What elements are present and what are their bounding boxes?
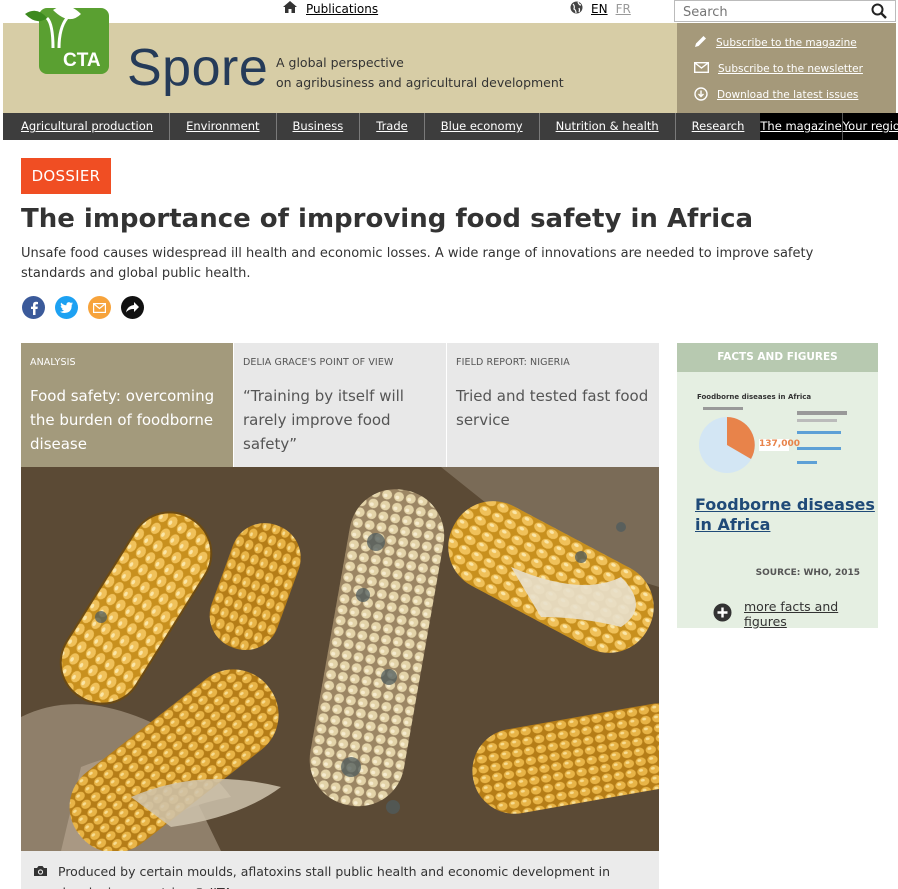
cta-logo[interactable]: CTA xyxy=(23,4,111,76)
lang-en-link[interactable]: EN xyxy=(591,2,608,16)
site-brand[interactable]: Spore xyxy=(127,38,268,98)
share-arrow-icon[interactable] xyxy=(121,296,144,319)
globe-icon xyxy=(570,1,583,17)
more-facts-label[interactable]: more facts and figures xyxy=(744,599,878,629)
subscribe-magazine-link[interactable]: Subscribe to the magazine xyxy=(694,35,896,51)
facts-source: SOURCE: WHO, 2015 xyxy=(755,568,860,578)
article-photo xyxy=(21,467,659,851)
tagline-line-1: A global perspective xyxy=(276,55,404,70)
facebook-icon[interactable] xyxy=(22,296,45,319)
nav-nutrition-health[interactable]: Nutrition & health xyxy=(540,113,676,140)
search-icon[interactable] xyxy=(871,3,887,23)
more-facts-link[interactable]: more facts and figures xyxy=(713,599,878,629)
header-links: Subscribe to the magazine Subscribe to t… xyxy=(677,23,896,113)
tab-headline[interactable]: Tried and tested fast food service xyxy=(456,384,650,432)
dossier-badge: DOSSIER xyxy=(21,158,111,194)
download-issues-label[interactable]: Download the latest issues xyxy=(717,89,858,101)
dossier-tabs: Analysis Food safety: overcoming the bur… xyxy=(21,343,659,478)
tab-point-of-view[interactable]: Delia Grace's point of view “Training by… xyxy=(234,343,447,467)
search-input[interactable] xyxy=(675,2,855,23)
publications-link[interactable]: Publications xyxy=(283,1,378,16)
site-header: CTA Spore A global perspective on agribu… xyxy=(3,5,896,113)
language-switcher: EN FR xyxy=(570,1,631,17)
nav-trade[interactable]: Trade xyxy=(360,113,425,140)
nav-research[interactable]: Research xyxy=(676,113,761,140)
camera-icon xyxy=(33,861,48,889)
download-icon xyxy=(694,86,708,104)
share-buttons xyxy=(22,296,144,319)
infographic-title: Foodborne diseases in Africa xyxy=(697,393,812,401)
nav-the-magazine[interactable]: The magazine xyxy=(760,113,843,140)
tab-kicker: Analysis xyxy=(30,357,76,368)
nav-business[interactable]: Business xyxy=(277,113,361,140)
photo-caption: Produced by certain moulds, aflatoxins s… xyxy=(21,851,659,889)
main-nav: Agricultural production Environment Busi… xyxy=(3,113,898,140)
tab-field-report[interactable]: Field report: Nigeria Tried and tested f… xyxy=(447,343,659,467)
article-title: The importance of improving food safety … xyxy=(21,204,754,234)
tab-kicker: Field report: Nigeria xyxy=(456,357,570,368)
tab-kicker: Delia Grace's point of view xyxy=(243,357,394,368)
lang-fr-link[interactable]: FR xyxy=(616,2,631,16)
infographic-figure: 137,000 xyxy=(759,439,800,449)
facts-header: FACTS AND FIGURES xyxy=(677,343,878,372)
nav-your-region[interactable]: Your region xyxy=(842,113,898,140)
home-icon xyxy=(283,1,297,16)
nav-environment[interactable]: Environment xyxy=(170,113,277,140)
tagline-line-2: on agribusiness and agricultural develop… xyxy=(276,75,564,90)
tab-headline[interactable]: Food safety: overcoming the burden of fo… xyxy=(30,384,224,456)
envelope-icon xyxy=(693,61,710,76)
plus-circle-icon xyxy=(713,603,732,625)
nav-blue-economy[interactable]: Blue economy xyxy=(425,113,540,140)
pencil-icon xyxy=(694,35,707,51)
subscribe-newsletter-label[interactable]: Subscribe to the newsletter xyxy=(718,63,863,75)
publications-label[interactable]: Publications xyxy=(306,2,378,16)
tab-headline[interactable]: “Training by itself will rarely improve … xyxy=(243,384,437,456)
logo-text: CTA xyxy=(63,50,101,71)
download-issues-link[interactable]: Download the latest issues xyxy=(694,86,896,104)
tab-analysis[interactable]: Analysis Food safety: overcoming the bur… xyxy=(21,343,234,478)
nav-agricultural-production[interactable]: Agricultural production xyxy=(3,113,171,140)
search-box xyxy=(674,0,896,23)
top-bar: Publications EN FR xyxy=(0,0,898,23)
email-share-icon[interactable] xyxy=(88,296,111,319)
subscribe-magazine-label[interactable]: Subscribe to the magazine xyxy=(716,37,857,49)
site-tagline: A global perspective on agribusiness and… xyxy=(276,53,564,93)
twitter-icon[interactable] xyxy=(55,296,78,319)
subscribe-newsletter-link[interactable]: Subscribe to the newsletter xyxy=(693,61,896,77)
caption-text: Produced by certain moulds, aflatoxins s… xyxy=(58,864,611,889)
facts-and-figures: FACTS AND FIGURES Foodborne diseases in … xyxy=(677,343,878,629)
article-lede: Unsafe food causes widespread ill health… xyxy=(21,246,814,281)
facts-title-link[interactable]: Foodborne diseases in Africa xyxy=(695,495,875,535)
infographic-thumbnail[interactable]: 137,000 xyxy=(697,405,857,489)
